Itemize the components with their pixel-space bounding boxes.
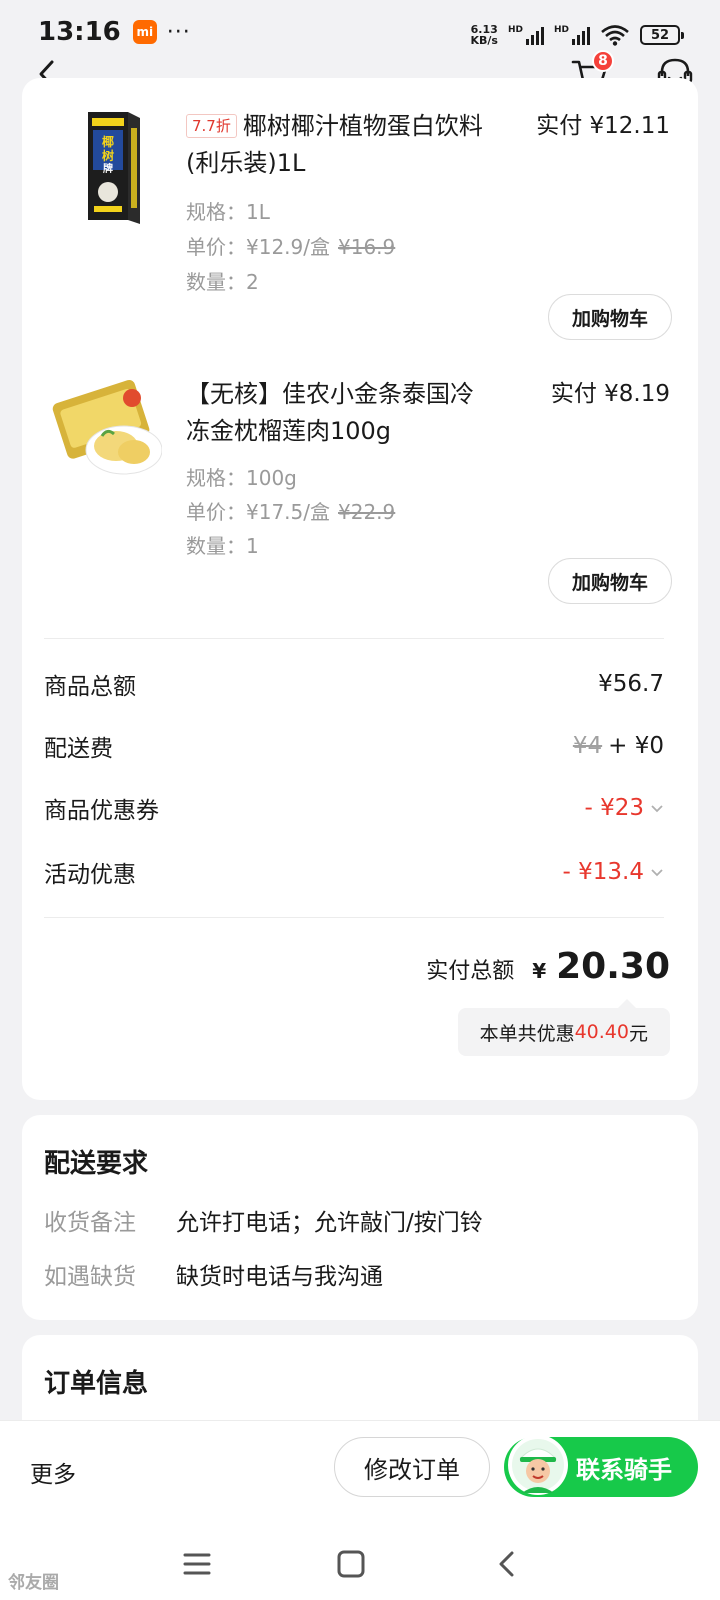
- more-notifications-icon: ···: [166, 19, 191, 45]
- signal-icon: HD: [508, 25, 544, 45]
- product-item[interactable]: 【无核】佳农小金条泰国冷冻金枕榴莲肉100g 实付 ¥8.19 规格：100g …: [22, 376, 698, 696]
- original-price: ¥22.9: [338, 500, 396, 524]
- divider: [44, 638, 664, 639]
- product-unit-price: 单价：¥12.9/盒 ¥16.9: [186, 235, 396, 259]
- product-unit-price: 单价：¥17.5/盒 ¥22.9: [186, 500, 396, 524]
- battery-icon: 52: [640, 25, 684, 45]
- product-image-durian: [52, 380, 162, 475]
- activity-discount-value: - ¥13.4: [562, 859, 644, 885]
- saving-amount: 40.40: [574, 1021, 629, 1043]
- remark-value: 允许打电话；允许敲门/按门铃: [176, 1210, 483, 1236]
- signal-icon: HD: [554, 25, 590, 45]
- chevron-down-icon: [651, 869, 663, 877]
- goods-total-row: 商品总额 ¥56.7: [44, 671, 664, 700]
- wifi-icon: [601, 25, 629, 46]
- add-to-cart-button[interactable]: 加购物车: [548, 558, 672, 604]
- home-icon[interactable]: [336, 1550, 366, 1578]
- svg-text:椰: 椰: [102, 134, 114, 149]
- system-navigation-bar: [0, 1530, 720, 1600]
- original-price: ¥16.9: [338, 235, 396, 259]
- shortage-label: 如遇缺货: [44, 1264, 136, 1290]
- contact-rider-button[interactable]: 联系骑手: [504, 1435, 698, 1497]
- product-quantity: 数量：2: [186, 270, 259, 294]
- svg-text:牌: 牌: [103, 162, 113, 175]
- bottom-action-bar: 更多 修改订单 联系骑手: [0, 1420, 720, 1530]
- total-paid-row: 实付总额 ¥ 20.30: [426, 946, 670, 987]
- coupon-row[interactable]: 商品优惠券 - ¥23: [44, 788, 664, 828]
- delivery-original-fee: ¥4: [572, 733, 603, 759]
- menu-icon[interactable]: [182, 1550, 212, 1578]
- watermark: 邻友圈: [8, 1573, 59, 1593]
- order-info-title: 订单信息: [44, 1369, 149, 1399]
- order-detail-card: 椰 树 牌 7.7折 椰树椰汁植物蛋白饮料(利乐装)1L 实付 ¥12.11 规格…: [22, 78, 698, 1100]
- back-nav-icon[interactable]: [492, 1550, 522, 1578]
- shortage-value: 缺货时电话与我沟通: [176, 1264, 383, 1290]
- product-name: 【无核】佳农小金条泰国冷冻金枕榴莲肉100g: [186, 380, 474, 445]
- divider: [44, 917, 664, 918]
- activity-discount-row[interactable]: 活动优惠 - ¥13.4: [44, 852, 664, 892]
- modify-order-button[interactable]: 修改订单: [334, 1437, 490, 1497]
- total-paid-amount: 20.30: [556, 946, 670, 987]
- saving-summary: 本单共优惠 40.40 元: [457, 999, 670, 1056]
- delivery-requirements-card: 配送要求 收货备注 允许打电话；允许敲门/按门铃 如遇缺货 缺货时电话与我沟通: [22, 1115, 698, 1320]
- delivery-fee-row: 配送费 ¥4 + ¥0: [44, 733, 664, 762]
- svg-text:树: 树: [102, 148, 114, 163]
- status-indicators: 6.13 KB/s HD HD 52: [470, 23, 684, 47]
- status-time: 13:16: [38, 17, 121, 47]
- product-quantity: 数量：1: [186, 534, 259, 558]
- add-to-cart-button[interactable]: 加购物车: [548, 294, 672, 340]
- remark-label: 收货备注: [44, 1210, 136, 1236]
- delivery-requirements-title: 配送要求: [44, 1149, 149, 1179]
- rider-avatar-icon: [508, 1435, 568, 1495]
- product-name: 7.7折 椰树椰汁植物蛋白饮料(利乐装)1L: [186, 112, 483, 177]
- cart-count-badge: 8: [592, 50, 614, 72]
- product-spec: 规格：100g: [186, 466, 297, 490]
- more-button[interactable]: 更多: [30, 1455, 76, 1489]
- paid-price: 实付 ¥12.11: [536, 113, 670, 139]
- goods-total-value: ¥56.7: [598, 671, 664, 697]
- product-spec: 规格：1L: [186, 200, 270, 224]
- coupon-value: - ¥23: [584, 795, 644, 821]
- chevron-down-icon: [651, 805, 663, 813]
- paid-price: 实付 ¥8.19: [550, 381, 670, 407]
- delivery-fee-value: + ¥0: [608, 733, 664, 759]
- network-speed: 6.13 KB/s: [470, 23, 498, 47]
- mi-app-icon: mi: [132, 20, 157, 44]
- discount-tag: 7.7折: [186, 114, 237, 138]
- product-image-coconut-juice: 椰 树 牌: [88, 112, 140, 224]
